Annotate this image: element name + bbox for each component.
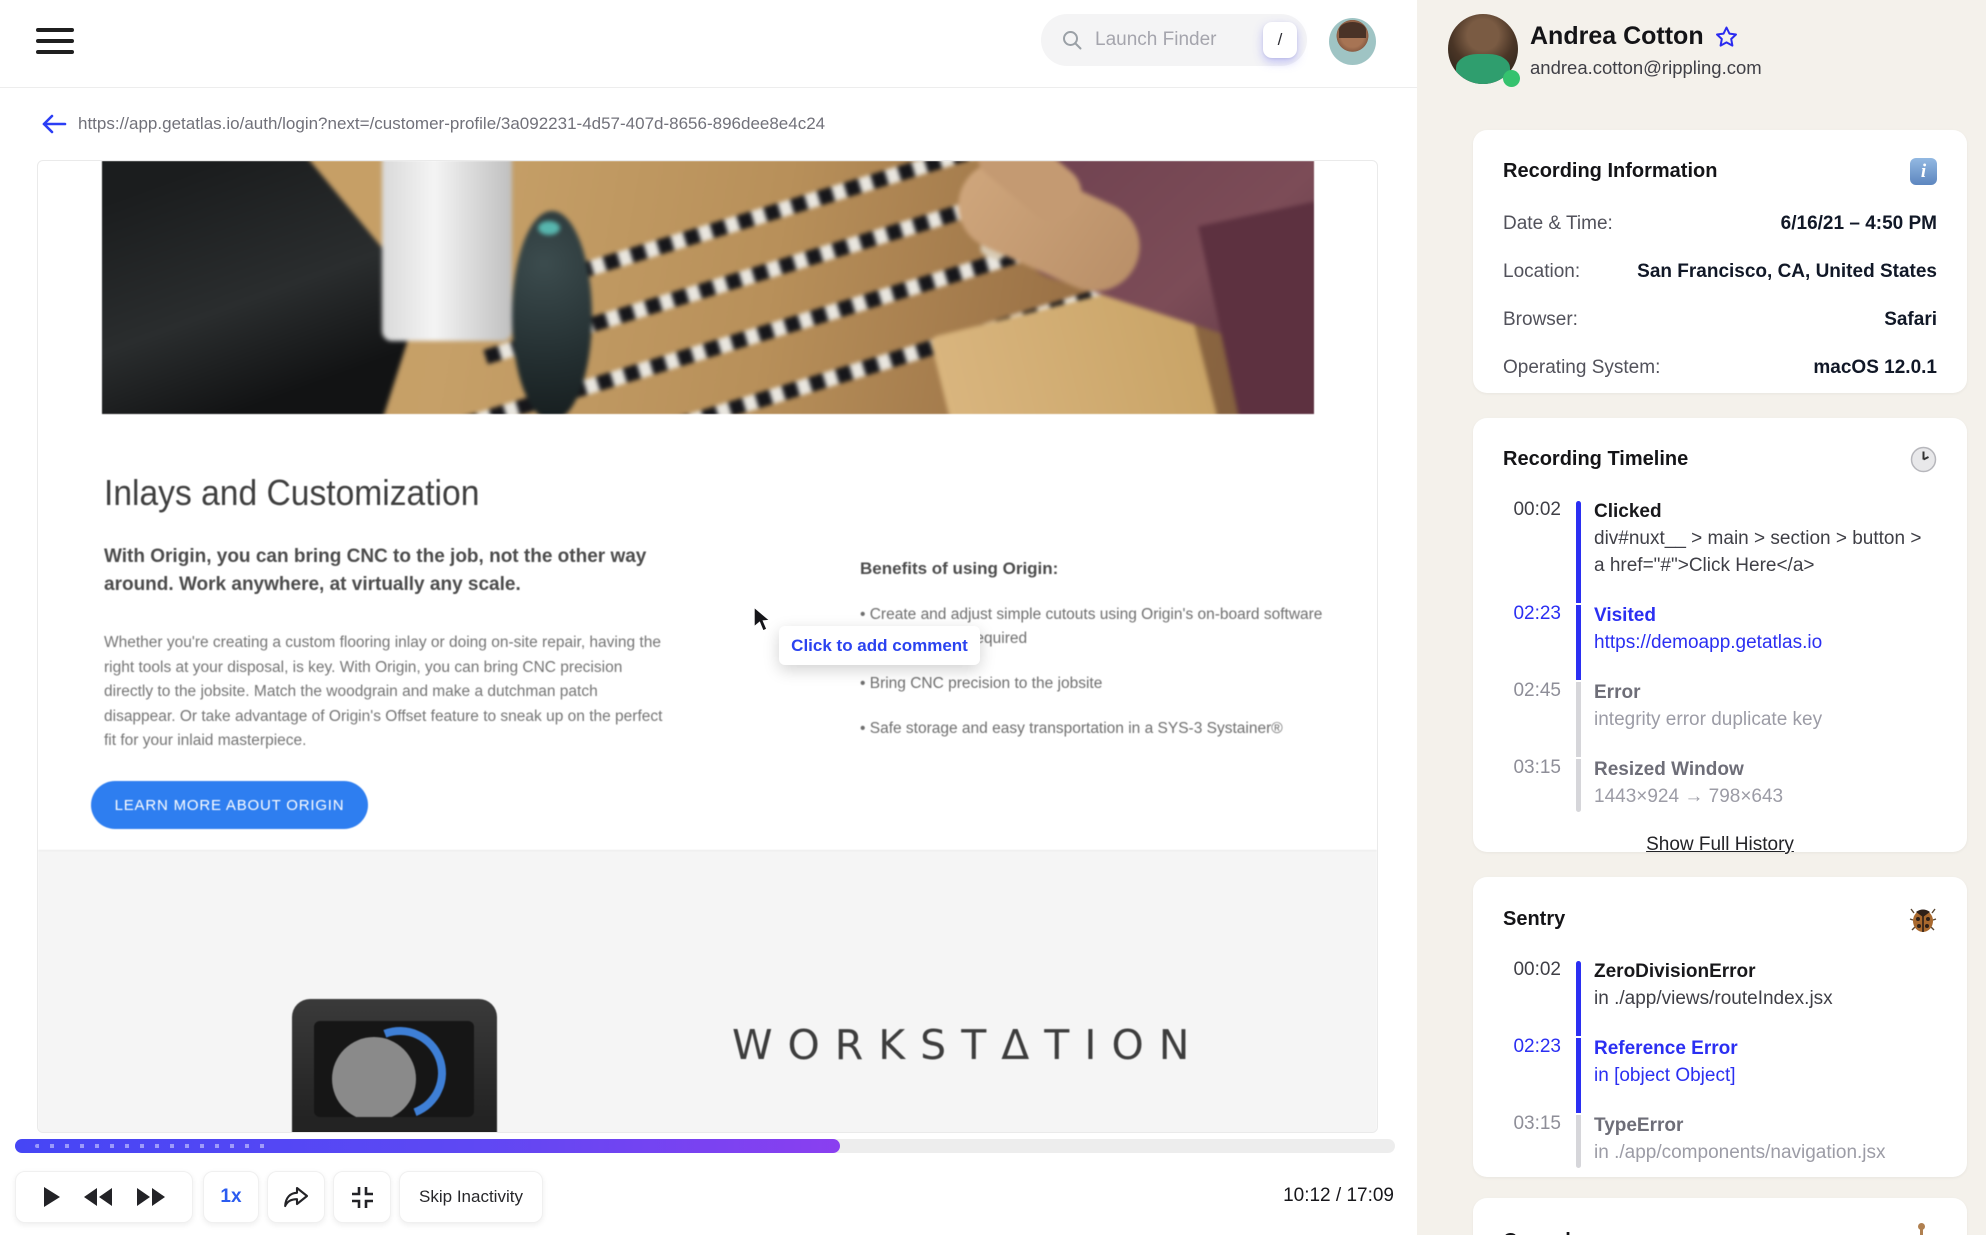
ladybug-icon (1909, 908, 1937, 932)
time-display: 10:12 / 17:09 (1283, 1185, 1394, 1206)
keyboard-shortcut-badge: / (1263, 22, 1297, 58)
rewind-button[interactable] (81, 1186, 115, 1208)
sentry-card: Sentry 00:02 ZeroDivisionError in ./app/… (1473, 877, 1967, 1177)
replay-footer-section (38, 850, 1377, 1132)
skip-inactivity-button[interactable]: Skip Inactivity (399, 1171, 543, 1223)
sentry-event[interactable]: 03:15 TypeError in ./app/components/navi… (1503, 1113, 1937, 1172)
current-user-avatar[interactable] (1329, 18, 1376, 65)
hamburger-menu-icon[interactable] (36, 28, 74, 56)
share-arrow-icon (284, 1186, 309, 1208)
back-arrow-icon[interactable] (40, 112, 68, 136)
favorite-star-icon[interactable] (1714, 25, 1739, 49)
console-card: Console (1473, 1198, 1967, 1235)
replayed-page: Inlays and Customization With Origin, yo… (38, 161, 1377, 1132)
session-replay-app: Launch Finder / https://app.getatlas.io/… (0, 0, 1986, 1235)
player-controls: 1x Skip Inactivity 10:12 / 17:09 (0, 1171, 1417, 1223)
recording-timeline-card: Recording Timeline 00:02 Clicked div#nux… (1473, 418, 1967, 855)
playback-speed-button[interactable]: 1x (203, 1171, 259, 1223)
collapse-view-button[interactable] (333, 1171, 391, 1223)
learn-more-button[interactable]: LEARN MORE ABOUT ORIGIN (91, 781, 368, 829)
info-row: Browser: Safari (1503, 309, 1937, 330)
details-panel: Andrea Cotton andrea.cotton@rippling.com… (1417, 0, 1986, 1235)
playback-progress-bar[interactable] (15, 1139, 1395, 1153)
sentry-event[interactable]: 00:02 ZeroDivisionError in ./app/views/r… (1503, 959, 1937, 1036)
sentry-event[interactable]: 02:23 Reference Error in [object Object] (1503, 1036, 1937, 1113)
replay-paragraph: Whether you're creating a custom floorin… (104, 634, 663, 749)
benefit-item: Safe storage and easy transportation in … (860, 717, 1335, 741)
user-email: andrea.cotton@rippling.com (1530, 57, 1762, 78)
info-row: Operating System: macOS 12.0.1 (1503, 357, 1937, 378)
search-icon (1063, 31, 1082, 50)
search-input[interactable]: Launch Finder / (1041, 14, 1307, 66)
timeline-event[interactable]: 02:45 Error integrity error duplicate ke… (1503, 680, 1937, 757)
card-title: Sentry (1503, 907, 1566, 930)
search-placeholder: Launch Finder (1095, 29, 1217, 50)
timeline-event-list: 00:02 Clicked div#nuxt__ > main > sectio… (1503, 499, 1937, 816)
clock-icon (1910, 446, 1937, 473)
share-button[interactable] (267, 1171, 325, 1223)
recording-information-card: Recording Information i Date & Time: 6/1… (1473, 130, 1967, 393)
user-name: Andrea Cotton (1530, 22, 1704, 50)
replay-heading: Inlays and Customization (104, 473, 480, 514)
topbar: Launch Finder / (0, 0, 1417, 88)
show-full-history-link[interactable]: Show Full History (1503, 834, 1937, 856)
progress-fill (15, 1139, 841, 1153)
timeline-event[interactable]: 00:02 Clicked div#nuxt__ > main > sectio… (1503, 499, 1937, 603)
info-icon: i (1910, 158, 1937, 185)
mouse-cursor-icon (753, 605, 772, 632)
router-device-image (292, 999, 497, 1132)
workstation-logo: WORKSTΔTION (732, 1021, 1205, 1069)
card-title: Recording Timeline (1503, 448, 1689, 470)
sentry-event-list: 00:02 ZeroDivisionError in ./app/views/r… (1503, 959, 1937, 1172)
recorded-page-url: https://app.getatlas.io/auth/login?next=… (78, 114, 826, 133)
robot-icon (1907, 1223, 1937, 1235)
add-comment-tooltip[interactable]: Click to add comment (779, 626, 980, 665)
info-row: Location: San Francisco, CA, United Stat… (1503, 261, 1937, 282)
user-header: Andrea Cotton andrea.cotton@rippling.com (1417, 0, 1986, 105)
timeline-event[interactable]: 03:15 Resized Window 1443×924 → 798×643 (1503, 757, 1937, 816)
replay-viewport[interactable]: Inlays and Customization With Origin, yo… (37, 160, 1378, 1133)
transport-controls (15, 1171, 193, 1223)
main-area: Launch Finder / https://app.getatlas.io/… (0, 0, 1417, 1235)
hero-photo (102, 161, 1314, 414)
card-title: Console (1503, 1230, 1582, 1235)
collapse-icon (351, 1186, 373, 1208)
play-button[interactable] (40, 1185, 62, 1209)
url-bar: https://app.getatlas.io/auth/login?next=… (0, 89, 1417, 159)
benefit-item: Bring CNC precision to the jobsite (860, 672, 1335, 696)
timeline-event[interactable]: 02:23 Visited https://demoapp.getatlas.i… (1503, 603, 1937, 680)
online-status-dot (1503, 70, 1520, 87)
replay-subheading: With Origin, you can bring CNC to the jo… (104, 546, 647, 595)
fast-forward-button[interactable] (134, 1186, 168, 1208)
benefits-title: Benefits of using Origin: (860, 559, 1059, 578)
info-row: Date & Time: 6/16/21 – 4:50 PM (1503, 213, 1937, 234)
card-title: Recording Information (1503, 160, 1718, 182)
